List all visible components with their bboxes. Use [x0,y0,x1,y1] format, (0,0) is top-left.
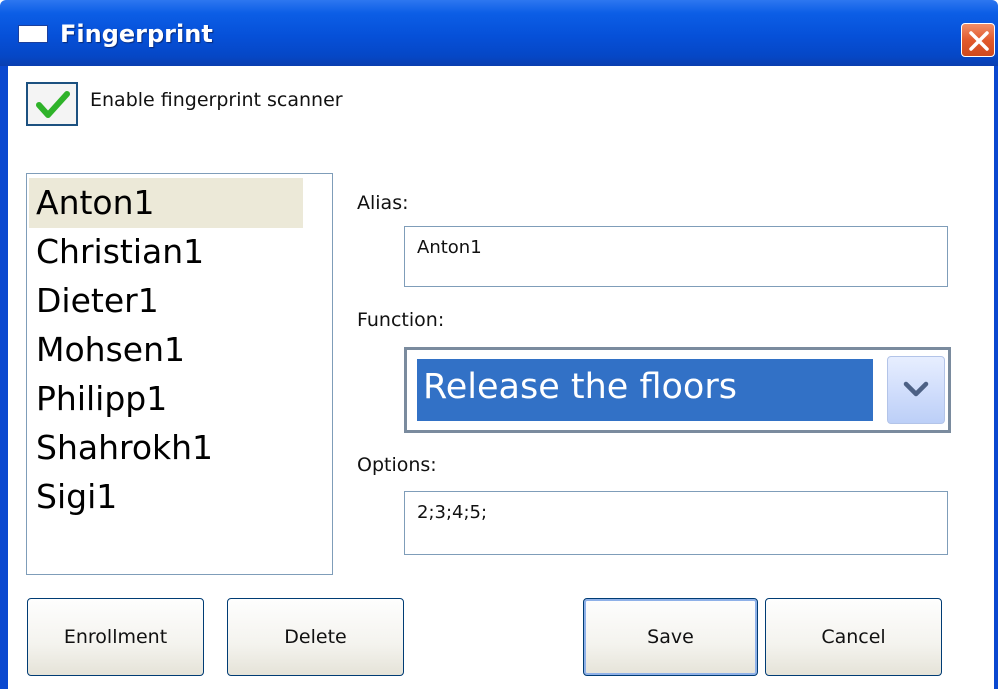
window-frame-left [0,66,8,689]
list-item-dieter1[interactable]: Dieter1 [29,276,303,326]
enable-scanner-label[interactable]: Enable fingerprint scanner [90,89,343,111]
list-item-shahrokh1[interactable]: Shahrokh1 [29,423,303,473]
dropdown-arrow-button[interactable] [887,356,945,424]
user-listbox[interactable]: Anton1 Christian1 Dieter1 Mohsen1 Philip… [26,173,333,575]
function-label: Function: [357,309,445,331]
title-bar[interactable]: Fingerprint [0,0,998,66]
alias-label: Alias: [357,192,409,214]
function-selected-text: Release the floors [423,367,737,407]
list-item-anton1[interactable]: Anton1 [29,178,303,228]
checkmark-icon [36,91,70,118]
function-selected-value: Release the floors [417,359,873,421]
function-dropdown[interactable]: Release the floors [404,347,951,433]
list-item-christian1[interactable]: Christian1 [29,227,303,277]
close-icon [969,31,989,51]
alias-input[interactable]: Anton1 [404,226,948,287]
options-input[interactable]: 2;3;4;5; [404,491,948,555]
options-value: 2;3;4;5; [417,502,488,523]
list-item-philipp1[interactable]: Philipp1 [29,374,303,424]
options-label: Options: [357,454,437,476]
window-frame-right [994,66,998,689]
enable-scanner-checkbox[interactable] [26,82,78,126]
delete-button[interactable]: Delete [227,598,404,676]
chevron-down-icon [903,381,929,397]
window-title: Fingerprint [60,20,213,48]
enrollment-button[interactable]: Enrollment [27,598,204,676]
close-button[interactable] [961,23,995,57]
list-item-mohsen1[interactable]: Mohsen1 [29,325,303,375]
save-button[interactable]: Save [583,598,758,676]
window-icon [18,25,48,43]
fingerprint-dialog: Fingerprint Enable fingerprint scanner A… [0,0,998,689]
cancel-button[interactable]: Cancel [765,598,942,676]
list-item-sigi1[interactable]: Sigi1 [29,472,303,522]
alias-value: Anton1 [417,237,482,258]
